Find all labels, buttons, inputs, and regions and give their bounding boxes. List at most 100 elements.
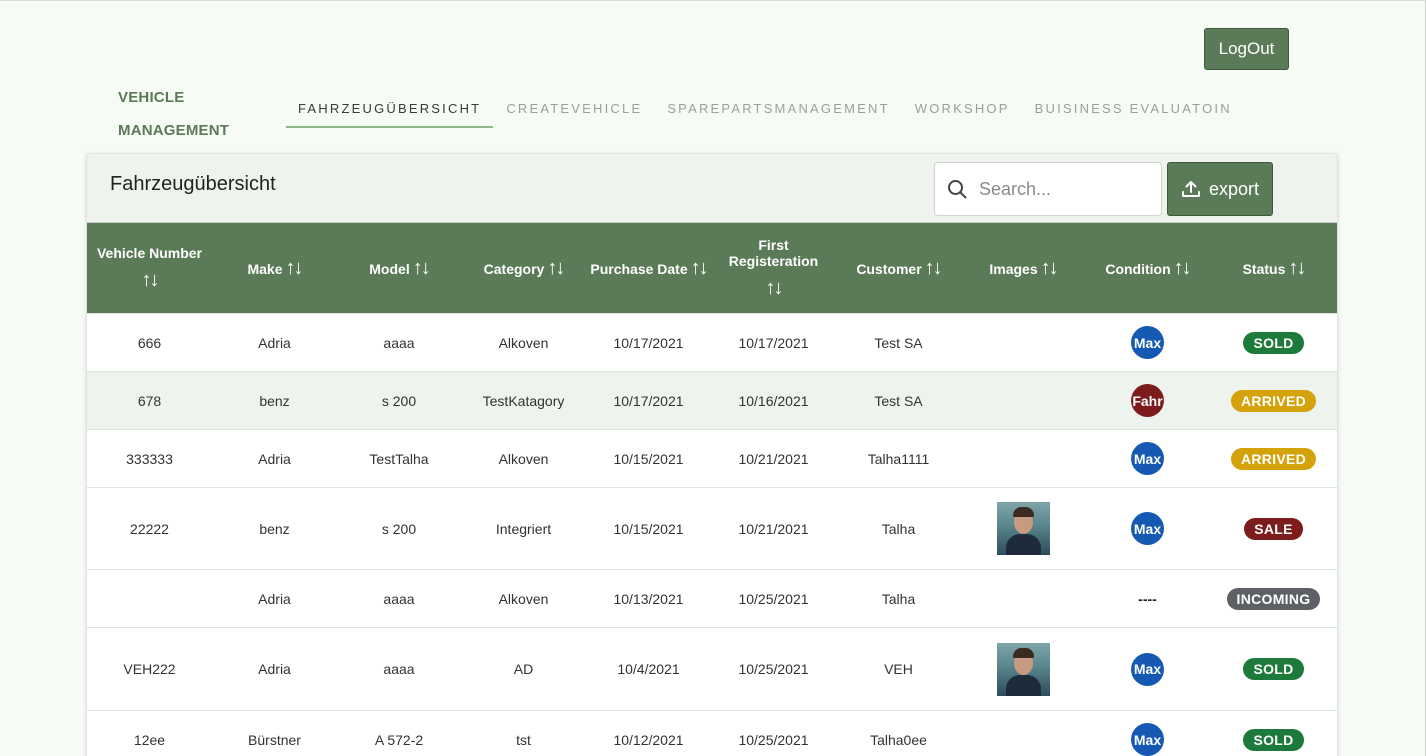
column-header-label: Category (483, 260, 545, 277)
tab-workshop[interactable]: WORKSHOP (903, 89, 1022, 128)
cell-condition: Max (1085, 627, 1210, 711)
cell-model: aaaa (337, 627, 461, 711)
page-title: Fahrzeugübersicht (110, 173, 276, 195)
cell-vehicle-number: 333333 (87, 429, 212, 488)
cell-condition: Max (1085, 429, 1210, 488)
status-badge: SALE (1244, 517, 1303, 540)
cell-condition: Max (1085, 487, 1210, 570)
column-header-model[interactable]: Model ↑↓ (337, 222, 461, 314)
sort-icon[interactable]: ↑↓ (1288, 257, 1306, 279)
table-row[interactable]: 12ee Bürstner A 572-2 tst 10/12/2021 10/25/20… (87, 710, 1337, 756)
status-badge: ARRIVED (1230, 389, 1317, 412)
cell-model: aaaa (337, 313, 461, 372)
search-input[interactable] (979, 178, 1149, 200)
column-header-label: First Registeration (728, 236, 819, 269)
cell-first-registration: 10/25/2021 (711, 710, 836, 756)
cell-first-registration: 10/21/2021 (711, 487, 836, 570)
table-row[interactable]: 22222 benz s 200 Integriert 10/15/2021 10/21/… (87, 487, 1337, 570)
cell-model: aaaa (337, 569, 461, 628)
cell-model: TestTalha (337, 429, 461, 488)
search-icon (948, 180, 967, 199)
column-header-customer[interactable]: Customer ↑↓ (836, 222, 961, 314)
column-header-vehicle-number[interactable]: Vehicle Number ↑↓ (87, 222, 212, 314)
column-header-label: Images (989, 260, 1038, 277)
cell-purchase-date: 10/17/2021 (586, 371, 711, 430)
cell-category: tst (461, 710, 586, 756)
status-badge: INCOMING (1226, 587, 1321, 610)
column-header-category[interactable]: Category ↑↓ (461, 222, 586, 314)
column-header-purchase-date[interactable]: Purchase Date ↑↓ (586, 222, 711, 314)
thumb-body (1005, 534, 1041, 555)
status-badge: SOLD (1243, 331, 1304, 354)
sort-icon[interactable]: ↑↓ (286, 257, 304, 279)
export-button[interactable]: export (1167, 162, 1273, 216)
logout-button[interactable]: LogOut (1204, 28, 1289, 70)
tab-business-evaluation[interactable]: BUISINESS EVALUATOIN (1023, 89, 1244, 128)
cell-status: ARRIVED (1210, 429, 1337, 488)
thumb-hair (1012, 647, 1034, 658)
cell-make: benz (212, 487, 337, 570)
tab-createvehicle[interactable]: CREATEVEHICLE (494, 89, 654, 128)
main-nav: FAHRZEUGÜBERSICHT CREATEVEHICLE SPAREPAR… (286, 89, 1245, 129)
column-header-label: Vehicle Number (96, 244, 203, 261)
sort-icon[interactable]: ↑↓ (547, 257, 565, 279)
cell-category: Integriert (461, 487, 586, 570)
cell-model: s 200 (337, 371, 461, 430)
cell-images (961, 313, 1085, 372)
tab-fahrzeuguebersicht[interactable]: FAHRZEUGÜBERSICHT (286, 89, 494, 128)
condition-avatar: Fahr (1131, 384, 1164, 417)
status-badge: SOLD (1243, 658, 1304, 680)
brand-line-1: VEHICLE (118, 89, 185, 106)
table-row[interactable]: 678 benz s 200 TestKatagory 10/17/2021 10/16/… (87, 371, 1337, 430)
table-row[interactable]: VEH222 Adria aaaa AD 10/4/2021 10/25/2021 VEH M… (87, 627, 1337, 711)
cell-vehicle-number (87, 569, 212, 628)
cell-category: Alkoven (461, 569, 586, 628)
thumb-body (1005, 674, 1041, 696)
sort-icon[interactable]: ↑↓ (691, 257, 709, 279)
tab-sparepartsmanagement[interactable]: SPAREPARTSMANAGEMENT (655, 89, 901, 128)
sort-icon[interactable]: ↑↓ (89, 269, 210, 292)
cell-status: SOLD (1210, 710, 1337, 756)
cell-vehicle-number: 678 (87, 371, 212, 430)
cell-condition: Max (1085, 710, 1210, 756)
table-row[interactable]: Adria aaaa Alkoven 10/13/2021 10/25/2021 Talh… (87, 569, 1337, 628)
column-header-first-registration[interactable]: First Registeration ↑↓ (711, 222, 836, 314)
table-row[interactable]: 666 Adria aaaa Alkoven 10/17/2021 10/17/2021 T… (87, 313, 1337, 372)
cell-first-registration: 10/21/2021 (711, 429, 836, 488)
cell-images (961, 371, 1085, 430)
condition-avatar: Max (1131, 723, 1164, 756)
vehicle-thumbnail[interactable] (996, 502, 1050, 555)
sort-icon[interactable]: ↑↓ (713, 277, 834, 300)
cell-first-registration: 10/17/2021 (711, 313, 836, 372)
column-header-status[interactable]: Status ↑↓ (1210, 222, 1337, 314)
cell-vehicle-number: VEH222 (87, 627, 212, 711)
condition-avatar: Max (1131, 512, 1164, 545)
search-box[interactable] (934, 162, 1162, 216)
cell-customer: Talha0ee (836, 710, 961, 756)
vehicle-thumbnail[interactable] (996, 642, 1050, 696)
cell-purchase-date: 10/4/2021 (586, 627, 711, 711)
cell-images (961, 569, 1085, 628)
cell-status: ARRIVED (1210, 371, 1337, 430)
cell-purchase-date: 10/15/2021 (586, 429, 711, 488)
sort-icon[interactable]: ↑↓ (413, 257, 431, 279)
cell-status: SOLD (1210, 313, 1337, 372)
cell-first-registration: 10/16/2021 (711, 371, 836, 430)
column-header-condition[interactable]: Condition ↑↓ (1085, 222, 1210, 314)
condition-empty: ---- (1138, 590, 1157, 607)
sort-icon[interactable]: ↑↓ (1041, 257, 1059, 279)
cell-status: SALE (1210, 487, 1337, 570)
column-header-label: Make (247, 260, 283, 277)
column-header-make[interactable]: Make ↑↓ (212, 222, 337, 314)
sort-icon[interactable]: ↑↓ (1174, 257, 1192, 279)
status-badge: ARRIVED (1230, 447, 1317, 470)
column-header-label: Condition (1105, 260, 1171, 277)
table-row[interactable]: 333333 Adria TestTalha Alkoven 10/15/2021 10/… (87, 429, 1337, 488)
cell-customer: Talha1111 (836, 429, 961, 488)
cell-customer: Test SA (836, 313, 961, 372)
cell-make: Adria (212, 313, 337, 372)
sort-icon[interactable]: ↑↓ (925, 257, 943, 279)
cell-first-registration: 10/25/2021 (711, 569, 836, 628)
column-header-images[interactable]: Images ↑↓ (961, 222, 1085, 314)
cell-customer: Talha (836, 569, 961, 628)
